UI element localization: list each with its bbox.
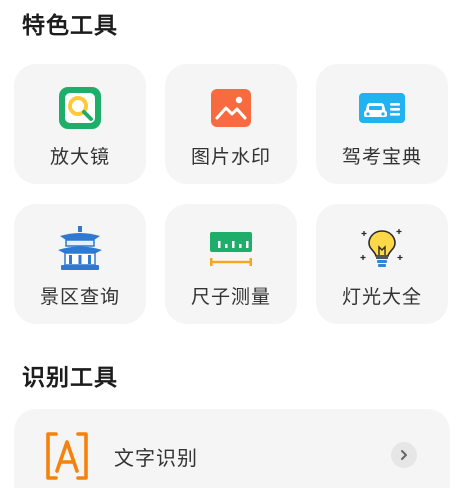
tool-scenic-spot[interactable]: 景区查询 (14, 204, 146, 324)
tool-label: 图片水印 (190, 146, 271, 168)
tool-driving-test[interactable]: 驾考宝典 (316, 64, 448, 184)
scenic-spot-icon (56, 224, 104, 272)
tool-lights[interactable]: 灯光大全 (316, 204, 448, 324)
ruler-icon (207, 224, 255, 272)
list-item-label: 文字识别 (114, 446, 198, 470)
recognition-tools-title: 识别工具 (22, 365, 118, 391)
tool-label: 景区查询 (39, 286, 120, 308)
text-recognition-icon (44, 431, 90, 481)
magnifier-icon (56, 84, 104, 132)
list-item-text-recognition[interactable]: 文字识别 (14, 409, 450, 488)
tool-label: 放大镜 (49, 146, 110, 168)
driving-test-icon (358, 84, 406, 132)
light-bulb-icon (358, 224, 406, 272)
featured-tools-title: 特色工具 (22, 13, 118, 39)
tool-ruler[interactable]: 尺子测量 (165, 204, 297, 324)
image-watermark-icon (207, 84, 255, 132)
tools-page: 特色工具 放大镜 图片水印 驾考宝典 景区查询 尺子测量 灯光大全 识别工具 文… (0, 0, 457, 488)
tool-label: 驾考宝典 (341, 146, 422, 168)
tool-magnifier[interactable]: 放大镜 (14, 64, 146, 184)
featured-tools-grid: 放大镜 图片水印 驾考宝典 景区查询 尺子测量 灯光大全 (14, 64, 450, 324)
tool-label: 灯光大全 (341, 286, 422, 308)
tool-label: 尺子测量 (190, 286, 271, 308)
chevron-right-icon (391, 442, 417, 468)
tool-image-watermark[interactable]: 图片水印 (165, 64, 297, 184)
